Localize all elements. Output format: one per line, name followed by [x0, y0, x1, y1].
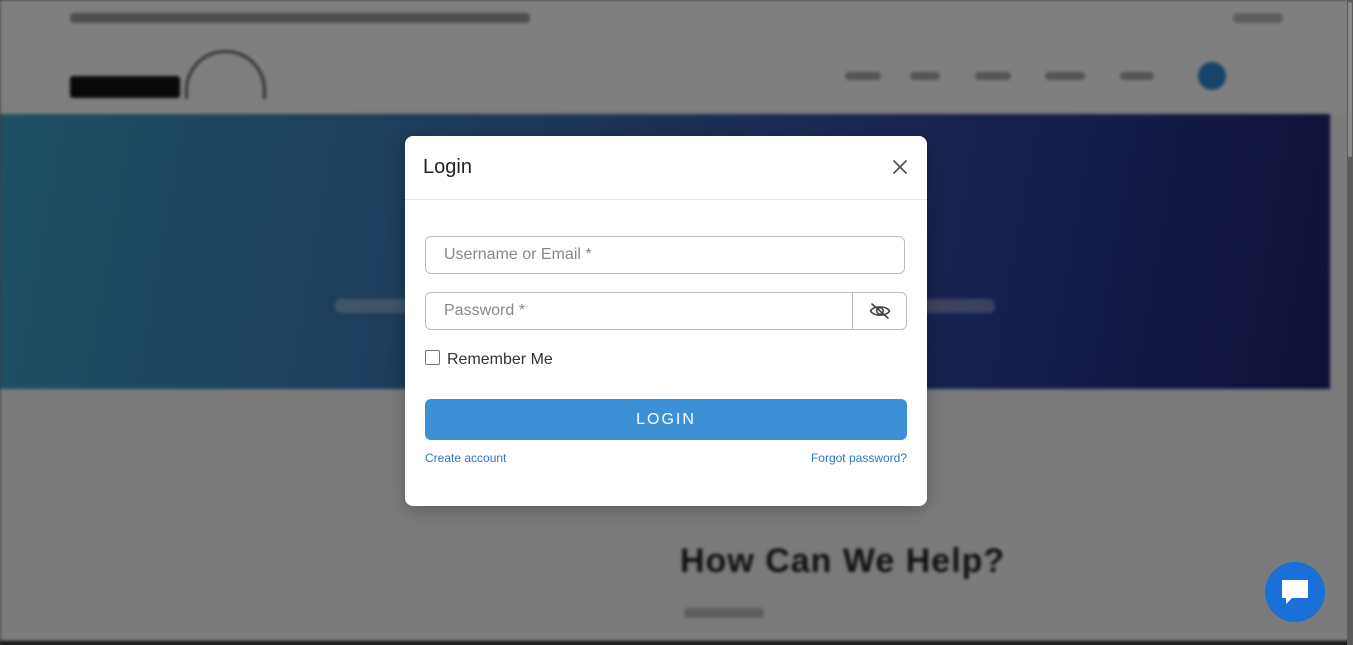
username-field — [425, 236, 905, 274]
close-icon — [893, 160, 907, 174]
eye-off-icon — [869, 303, 890, 319]
username-input[interactable] — [426, 237, 904, 273]
remember-me-label[interactable]: Remember Me — [447, 351, 553, 369]
toggle-password-visibility-button[interactable] — [852, 293, 906, 329]
create-account-link[interactable]: Create account — [425, 451, 506, 465]
chat-button[interactable] — [1265, 562, 1325, 622]
chat-bubble-icon — [1282, 580, 1308, 604]
password-field — [425, 292, 907, 330]
forgot-password-link[interactable]: Forgot password? — [811, 451, 907, 465]
page-scrollbar[interactable] — [1347, 0, 1353, 645]
scrollbar-thumb[interactable] — [1348, 2, 1352, 157]
remember-me-checkbox[interactable] — [425, 349, 440, 365]
login-modal: Login Remember Me LOGIN Create account F… — [405, 136, 927, 506]
login-button[interactable]: LOGIN — [425, 399, 907, 440]
remember-me[interactable]: Remember Me — [425, 349, 553, 369]
close-button[interactable] — [891, 158, 909, 176]
password-input[interactable] — [426, 293, 852, 329]
modal-header: Login — [405, 136, 927, 200]
modal-title: Login — [423, 156, 472, 178]
